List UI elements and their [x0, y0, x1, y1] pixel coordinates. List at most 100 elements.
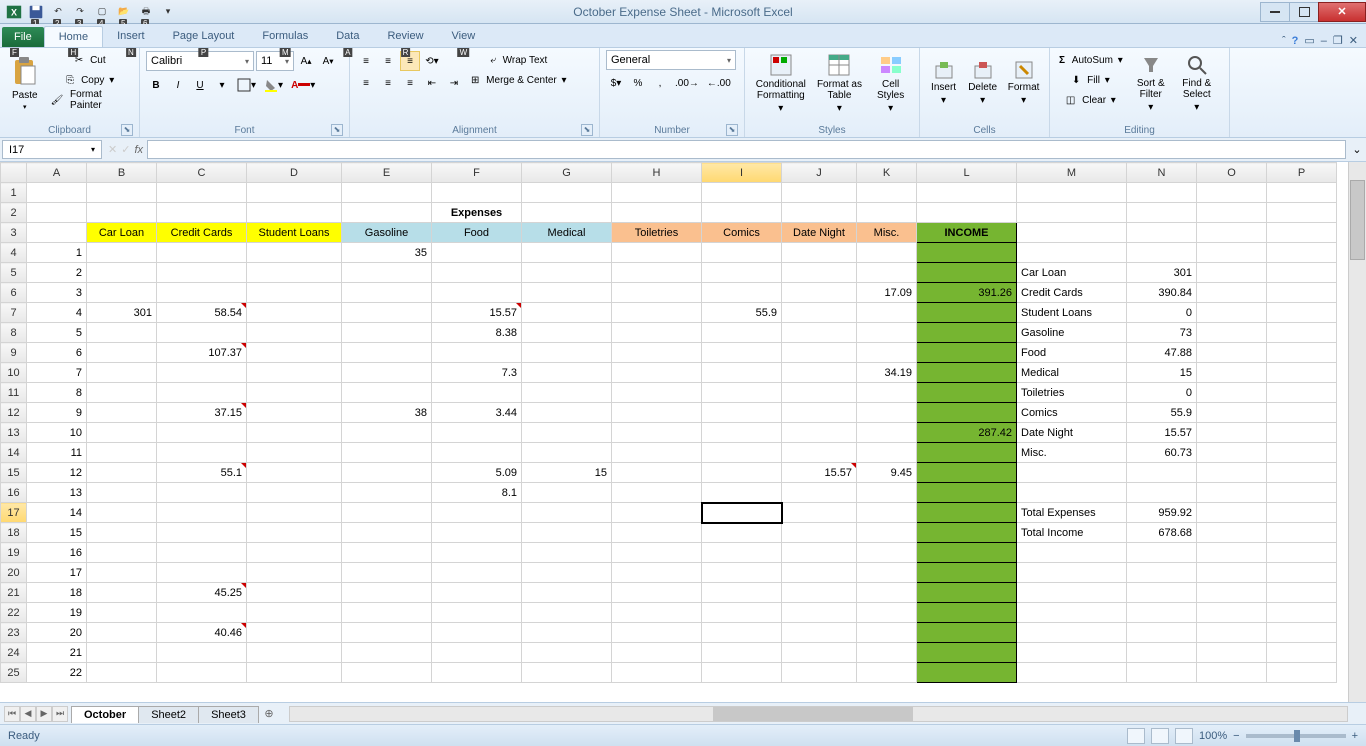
cell-G18[interactable]: [522, 523, 612, 543]
cell-P12[interactable]: [1267, 403, 1337, 423]
cell-C5[interactable]: [157, 263, 247, 283]
cell-M1[interactable]: [1017, 183, 1127, 203]
cell-D11[interactable]: [247, 383, 342, 403]
cell-B9[interactable]: [87, 343, 157, 363]
cell-H6[interactable]: [612, 283, 702, 303]
cell-K7[interactable]: [857, 303, 917, 323]
cell-D10[interactable]: [247, 363, 342, 383]
cell-N13[interactable]: 15.57: [1127, 423, 1197, 443]
cell-P2[interactable]: [1267, 203, 1337, 223]
cell-G4[interactable]: [522, 243, 612, 263]
cell-I20[interactable]: [702, 563, 782, 583]
cell-P9[interactable]: [1267, 343, 1337, 363]
row-header-6[interactable]: 6: [1, 283, 27, 303]
cell-O10[interactable]: [1197, 363, 1267, 383]
cell-H22[interactable]: [612, 603, 702, 623]
row-header-13[interactable]: 13: [1, 423, 27, 443]
cell-H7[interactable]: [612, 303, 702, 323]
cell-E14[interactable]: [342, 443, 432, 463]
cell-M6[interactable]: Credit Cards: [1017, 283, 1127, 303]
sheet-tab-sheet3[interactable]: Sheet3: [198, 706, 259, 723]
file-tab[interactable]: FileF: [2, 27, 44, 47]
shrink-font-button[interactable]: A▾: [318, 51, 338, 71]
row-header-12[interactable]: 12: [1, 403, 27, 423]
cell-E6[interactable]: [342, 283, 432, 303]
cell-A11[interactable]: 8: [27, 383, 87, 403]
cell-C23[interactable]: 40.46: [157, 623, 247, 643]
cell-E17[interactable]: [342, 503, 432, 523]
cell-N10[interactable]: 15: [1127, 363, 1197, 383]
cell-I8[interactable]: [702, 323, 782, 343]
cell-B22[interactable]: [87, 603, 157, 623]
cell-F16[interactable]: 8.1: [432, 483, 522, 503]
cell-C10[interactable]: [157, 363, 247, 383]
cell-J10[interactable]: [782, 363, 857, 383]
cell-F8[interactable]: 8.38: [432, 323, 522, 343]
cell-I2[interactable]: [702, 203, 782, 223]
sheet-nav-last[interactable]: ⏭: [52, 706, 68, 722]
cell-C17[interactable]: [157, 503, 247, 523]
cell-O9[interactable]: [1197, 343, 1267, 363]
cell-H13[interactable]: [612, 423, 702, 443]
cell-P10[interactable]: [1267, 363, 1337, 383]
cell-G7[interactable]: [522, 303, 612, 323]
cell-C20[interactable]: [157, 563, 247, 583]
cell-P17[interactable]: [1267, 503, 1337, 523]
row-header-8[interactable]: 8: [1, 323, 27, 343]
clear-button[interactable]: ◫ Clear ▾: [1056, 90, 1126, 110]
cell-L7[interactable]: [917, 303, 1017, 323]
underline-dd[interactable]: ▾: [212, 75, 232, 95]
cell-P1[interactable]: [1267, 183, 1337, 203]
cell-F6[interactable]: [432, 283, 522, 303]
cell-D24[interactable]: [247, 643, 342, 663]
cell-N15[interactable]: [1127, 463, 1197, 483]
cell-E4[interactable]: 35: [342, 243, 432, 263]
cell-P7[interactable]: [1267, 303, 1337, 323]
cell-I15[interactable]: [702, 463, 782, 483]
cell-D13[interactable]: [247, 423, 342, 443]
cell-L10[interactable]: [917, 363, 1017, 383]
qat-excel-icon[interactable]: X: [4, 3, 24, 21]
cell-M16[interactable]: [1017, 483, 1127, 503]
doc-minimize-icon[interactable]: –: [1321, 35, 1327, 47]
minimize-ribbon-icon[interactable]: ˆ: [1282, 35, 1286, 47]
cell-A25[interactable]: 22: [27, 663, 87, 683]
cell-L3[interactable]: INCOME: [917, 223, 1017, 243]
cell-N25[interactable]: [1127, 663, 1197, 683]
cell-O5[interactable]: [1197, 263, 1267, 283]
cell-N3[interactable]: [1127, 223, 1197, 243]
col-header-J[interactable]: J: [782, 163, 857, 183]
cell-A5[interactable]: 2: [27, 263, 87, 283]
cell-N4[interactable]: [1127, 243, 1197, 263]
cell-D23[interactable]: [247, 623, 342, 643]
cell-J24[interactable]: [782, 643, 857, 663]
zoom-slider[interactable]: [1246, 734, 1346, 738]
cell-G3[interactable]: Medical: [522, 223, 612, 243]
cell-J5[interactable]: [782, 263, 857, 283]
cell-N24[interactable]: [1127, 643, 1197, 663]
cell-A12[interactable]: 9: [27, 403, 87, 423]
cell-H9[interactable]: [612, 343, 702, 363]
cell-L15[interactable]: [917, 463, 1017, 483]
cell-J12[interactable]: [782, 403, 857, 423]
cell-I11[interactable]: [702, 383, 782, 403]
tab-view[interactable]: ViewW: [438, 26, 490, 47]
cell-P16[interactable]: [1267, 483, 1337, 503]
qat-open-icon[interactable]: 📂5: [114, 3, 134, 21]
cell-M2[interactable]: [1017, 203, 1127, 223]
cell-L9[interactable]: [917, 343, 1017, 363]
cell-E9[interactable]: [342, 343, 432, 363]
cell-K14[interactable]: [857, 443, 917, 463]
col-header-G[interactable]: G: [522, 163, 612, 183]
minimize-button[interactable]: [1260, 2, 1290, 22]
sort-filter-button[interactable]: Sort & Filter▾: [1130, 50, 1172, 116]
doc-restore-icon[interactable]: ❐: [1333, 34, 1343, 47]
sheet-nav-next[interactable]: ▶: [36, 706, 52, 722]
cell-B11[interactable]: [87, 383, 157, 403]
cell-J17[interactable]: [782, 503, 857, 523]
row-header-3[interactable]: 3: [1, 223, 27, 243]
row-header-9[interactable]: 9: [1, 343, 27, 363]
cell-L25[interactable]: [917, 663, 1017, 683]
cell-G12[interactable]: [522, 403, 612, 423]
cell-F1[interactable]: [432, 183, 522, 203]
